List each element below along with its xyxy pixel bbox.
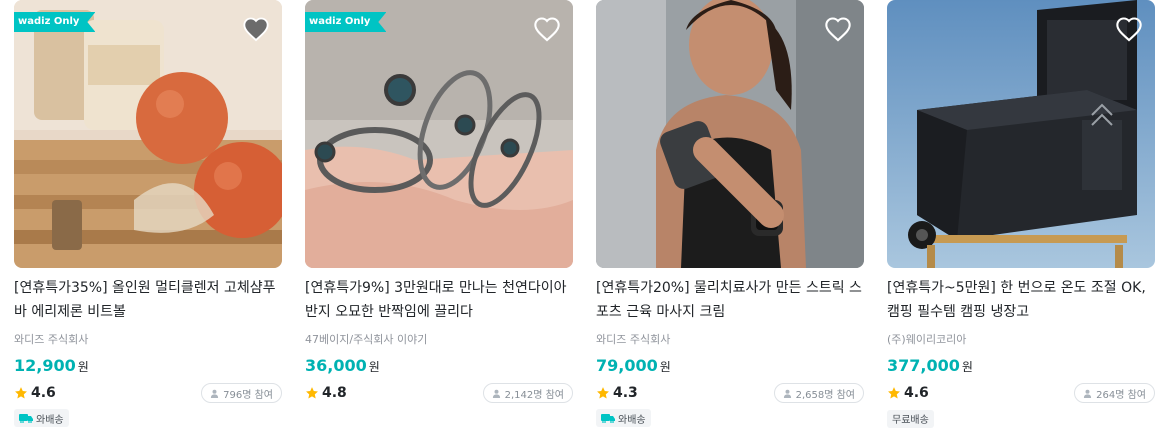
rating-value: 4.8 — [322, 385, 347, 401]
heart-icon[interactable] — [533, 16, 561, 42]
heart-icon[interactable] — [1115, 16, 1143, 42]
maker-name[interactable]: (주)웨이리코리아 — [887, 332, 1155, 348]
free-shipping-tag: 무료배송 — [887, 409, 934, 428]
participants-badge: 264명 참여 — [1074, 383, 1155, 403]
truck-icon — [601, 414, 615, 423]
star-icon — [597, 387, 609, 399]
delivery-tag-label: 무료배송 — [892, 415, 929, 426]
participants-badge: 2,142명 참여 — [482, 383, 573, 403]
delivery-tag: 와배송 — [596, 409, 651, 427]
participants-count: 2,142명 참여 — [504, 389, 564, 401]
price-unit: 원 — [659, 360, 671, 374]
truck-icon — [19, 414, 33, 423]
price-value: 79,000 — [596, 356, 658, 375]
product-card[interactable]: [연휴특가~5만원] 한 번으로 온도 조절 OK, 캠핑 필수템 캠핑 냉장고… — [887, 0, 1155, 439]
heart-icon[interactable] — [242, 16, 270, 42]
participants-count: 264명 참여 — [1096, 389, 1146, 401]
product-grid: wadiz Only [연휴특가35%] 올인원 멀티클렌저 고체샴푸바 에리제… — [0, 0, 1157, 439]
product-thumbnail[interactable]: wadiz Only — [305, 0, 573, 268]
delivery-tag-label: 와배송 — [618, 414, 646, 426]
price-value: 36,000 — [305, 356, 367, 375]
product-card[interactable]: [연휴특가20%] 물리치료사가 만든 스트릭 스포츠 근육 마사지 크림 와디… — [596, 0, 864, 439]
product-title[interactable]: [연휴특가35%] 올인원 멀티클렌저 고체샴푸바 에리제론 비트볼 — [14, 276, 282, 324]
delivery-tag: 와배송 — [14, 409, 69, 427]
product-title[interactable]: [연휴특가~5만원] 한 번으로 온도 조절 OK, 캠핑 필수템 캠핑 냉장고 — [887, 276, 1155, 324]
person-icon — [492, 389, 500, 398]
price-value: 12,900 — [14, 356, 76, 375]
participants-badge: 2,658명 참여 — [773, 383, 864, 403]
price-unit: 원 — [368, 360, 380, 374]
product-card[interactable]: wadiz Only [연휴특가35%] 올인원 멀티클렌저 고체샴푸바 에리제… — [14, 0, 282, 439]
rating-value: 4.6 — [904, 385, 929, 401]
star-icon — [888, 387, 900, 399]
participants-badge: 796명 참여 — [201, 383, 282, 403]
person-icon — [1084, 389, 1092, 398]
price-value: 377,000 — [887, 356, 960, 375]
star-icon — [15, 387, 27, 399]
delivery-tag-label: 와배송 — [36, 414, 64, 426]
wadiz-only-badge: wadiz Only — [305, 12, 387, 32]
maker-name[interactable]: 47베이지/주식회사 이야기 — [305, 332, 573, 348]
product-thumbnail[interactable] — [887, 0, 1155, 268]
product-title[interactable]: [연휴특가9%] 3만원대로 만나는 천연다이아 반지 오묘한 반짝임에 끌리다 — [305, 276, 573, 324]
wadiz-only-badge: wadiz Only — [14, 12, 96, 32]
rating-value: 4.6 — [31, 385, 56, 401]
product-thumbnail[interactable]: wadiz Only — [14, 0, 282, 268]
maker-name[interactable]: 와디즈 주식회사 — [596, 332, 864, 348]
maker-name[interactable]: 와디즈 주식회사 — [14, 332, 282, 348]
product-card[interactable]: wadiz Only [연휴특가9%] 3만원대로 만나는 천연다이아 반지 오… — [305, 0, 573, 439]
price-unit: 원 — [77, 360, 89, 374]
product-thumbnail[interactable] — [596, 0, 864, 268]
participants-count: 796명 참여 — [223, 389, 273, 401]
person-icon — [783, 389, 791, 398]
star-icon — [306, 387, 318, 399]
price-unit: 원 — [961, 360, 973, 374]
person-icon — [211, 389, 219, 398]
participants-count: 2,658명 참여 — [795, 389, 855, 401]
product-title[interactable]: [연휴특가20%] 물리치료사가 만든 스트릭 스포츠 근육 마사지 크림 — [596, 276, 864, 324]
rating-value: 4.3 — [613, 385, 638, 401]
heart-icon[interactable] — [824, 16, 852, 42]
